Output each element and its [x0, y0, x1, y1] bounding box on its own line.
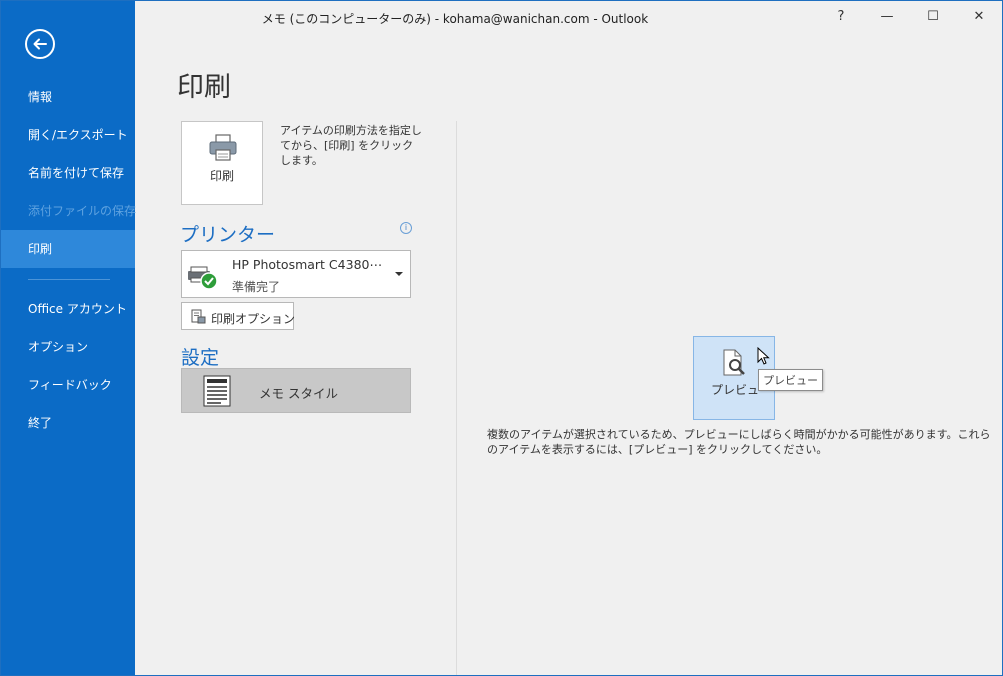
print-options-button[interactable]: 印刷オプション: [181, 302, 296, 330]
back-button[interactable]: [25, 29, 55, 59]
memo-style-icon: [203, 375, 231, 407]
sidebar-item-options[interactable]: オプション: [1, 328, 135, 366]
maximize-button[interactable]: ☐: [910, 1, 956, 33]
sidebar-item-feedback[interactable]: フィードバック: [1, 366, 135, 404]
sidebar-item-office-account[interactable]: Office アカウント: [1, 290, 135, 328]
preview-tooltip: プレビュー: [758, 369, 823, 391]
help-button[interactable]: ?: [818, 1, 864, 33]
printer-heading: プリンター: [180, 224, 276, 246]
sidebar-item-print[interactable]: 印刷: [1, 230, 135, 268]
backstage-sidebar: 情報 開く/エクスポート 名前を付けて保存 添付ファイルの保存 印刷 Offic…: [1, 1, 137, 675]
printer-icon: [209, 134, 237, 161]
info-icon[interactable]: i: [400, 222, 412, 234]
mouse-cursor-icon: [757, 347, 770, 365]
chevron-down-icon: [395, 272, 403, 276]
window-title: メモ (このコンピューターのみ) - kohama@wanichan.com -…: [261, 12, 649, 26]
preview-message: 複数のアイテムが選択されているため、プレビューにしばらく時間がかかる可能性があり…: [487, 428, 991, 456]
printer-status: 準備完了: [232, 280, 281, 294]
sidebar-item-save-attachments: 添付ファイルの保存: [28, 204, 137, 218]
printer-ready-icon: [188, 266, 218, 290]
print-options-icon: [191, 309, 206, 324]
close-button[interactable]: ✕: [956, 1, 1002, 33]
pane-divider: [456, 121, 457, 675]
page-title: 印刷: [177, 72, 231, 103]
memo-style-label: メモ スタイル: [259, 386, 338, 401]
printer-dropdown[interactable]: HP Photosmart C4380⋯ 準備完了: [181, 250, 411, 298]
outlook-window: 情報 開く/エクスポート 名前を付けて保存 添付ファイルの保存 印刷 Offic…: [0, 0, 1003, 676]
print-description: アイテムの印刷方法を指定してから、[印刷] をクリックします。: [280, 124, 422, 167]
printer-name: HP Photosmart C4380⋯: [232, 257, 382, 272]
title-bar: メモ (このコンピューターのみ) - kohama@wanichan.com -…: [135, 1, 1002, 33]
preview-magnifier-icon: [723, 349, 745, 376]
sidebar-item-save-as[interactable]: 名前を付けて保存: [1, 154, 135, 192]
print-button[interactable]: 印刷: [181, 121, 263, 205]
back-arrow-icon: [33, 38, 47, 50]
minimize-button[interactable]: —: [864, 1, 910, 33]
memo-style-selector[interactable]: メモ スタイル: [181, 368, 411, 413]
sidebar-item-exit[interactable]: 終了: [1, 404, 135, 442]
sidebar-divider: [28, 279, 110, 280]
settings-heading: 設定: [181, 347, 220, 369]
sidebar-item-open-export[interactable]: 開く/エクスポート: [1, 116, 135, 154]
print-options-label: 印刷オプション: [211, 312, 296, 326]
print-button-label: 印刷: [209, 169, 234, 183]
sidebar-item-info[interactable]: 情報: [1, 78, 135, 116]
